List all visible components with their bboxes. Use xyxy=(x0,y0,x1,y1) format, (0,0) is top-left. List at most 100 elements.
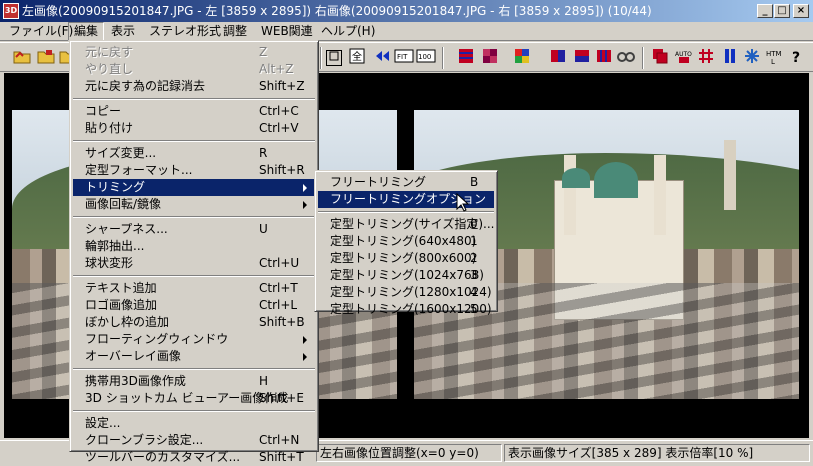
menu-separator xyxy=(73,368,315,370)
menu-item-label: フローティングウィンドウ xyxy=(85,332,229,346)
settings-star-icon[interactable] xyxy=(742,48,762,68)
menu-item-label: フリートリミング xyxy=(330,175,427,189)
app-icon: 3D xyxy=(3,3,19,19)
menu-item-label: 球状変形 xyxy=(85,256,134,270)
menu-item-label: クローンブラシ設定... xyxy=(85,433,204,447)
menu-item-shortcut: 1 xyxy=(470,234,478,248)
menu-item-label: コピー xyxy=(85,104,122,118)
menu-item-shortcut: Shift+Z xyxy=(259,79,305,93)
edit-menu-item-4[interactable]: コピー Ctrl+C xyxy=(73,103,315,120)
svg-text:FIT: FIT xyxy=(397,53,408,61)
edit-menu-item-27[interactable]: ツールバーのカスタマイズ... Shift+T xyxy=(73,449,315,466)
menu-separator xyxy=(73,275,315,277)
submenu-arrow-icon xyxy=(303,184,307,192)
edit-menu-item-17[interactable]: ロゴ画像追加 Ctrl+L xyxy=(73,297,315,314)
menu-item-shortcut: Ctrl+T xyxy=(259,281,298,295)
trim-menu-item-8[interactable]: 定型トリミング(1600x1200) 5 xyxy=(318,301,494,318)
over-under-icon[interactable] xyxy=(572,48,592,68)
status-size: 表示画像サイズ[385 x 289] 表示倍率[10 %] xyxy=(504,444,810,462)
trim-menu-item-7[interactable]: 定型トリミング(1280x1024) 4 xyxy=(318,284,494,301)
full-view-icon[interactable]: 全 xyxy=(347,48,367,68)
auto-adjust-icon[interactable]: AUTO xyxy=(674,48,694,68)
interlace-icon[interactable] xyxy=(594,48,614,68)
menu-item-label: 定型トリミング(800x600) xyxy=(330,251,477,265)
menu-item-label: ぼかし枠の追加 xyxy=(85,315,170,329)
edit-menu-item-13[interactable]: 輪郭抽出... xyxy=(73,238,315,255)
edit-menu-item-1[interactable]: やり直し Alt+Z xyxy=(73,61,315,78)
trim-menu-item-4[interactable]: 定型トリミング(640x480) 1 xyxy=(318,233,494,250)
menu-item-shortcut: H xyxy=(259,374,269,388)
edit-menu-item-10[interactable]: 画像回転/鏡像 xyxy=(73,196,315,213)
menu-item-shortcut: 3 xyxy=(470,268,478,282)
menu-adjust[interactable]: 調整 xyxy=(218,22,252,41)
edit-menu-item-22[interactable]: 携帯用3D画像作成 H xyxy=(73,373,315,390)
open-pair-icon[interactable] xyxy=(36,48,56,68)
menu-item-label: ツールバーのカスタマイズ... xyxy=(85,450,241,464)
columns-icon[interactable] xyxy=(720,48,740,68)
menu-item-label: 画像回転/鏡像 xyxy=(85,197,162,211)
edit-menu-item-19[interactable]: フローティングウィンドウ xyxy=(73,331,315,348)
menu-item-shortcut: 2 xyxy=(470,251,478,265)
help-icon[interactable]: ? xyxy=(786,48,806,68)
glasses-icon[interactable] xyxy=(616,48,636,68)
menu-separator xyxy=(73,410,315,412)
edit-menu-item-16[interactable]: テキスト追加 Ctrl+T xyxy=(73,280,315,297)
menu-item-shortcut: Shift+E xyxy=(259,391,304,405)
menu-item-shortcut: Ctrl+V xyxy=(259,121,299,135)
trim-menu-item-5[interactable]: 定型トリミング(800x600) 2 xyxy=(318,250,494,267)
edit-menu-item-23[interactable]: 3D ショットカム ビューアー画像作成 Shift+E xyxy=(73,390,315,407)
menu-item-label: 元に戻す為の記録消去 xyxy=(85,79,206,93)
menu-item-shortcut: Shift+T xyxy=(259,450,304,464)
menu-item-label: テキスト追加 xyxy=(85,281,157,295)
side-by-side-icon[interactable] xyxy=(548,48,568,68)
menu-item-shortcut: U xyxy=(259,222,268,236)
anaglyph-icon[interactable] xyxy=(456,48,476,68)
checker-icon[interactable] xyxy=(480,48,500,68)
menu-item-label: 設定... xyxy=(85,416,121,430)
menu-item-shortcut: Shift+R xyxy=(259,163,305,177)
edit-menu-item-18[interactable]: ぼかし枠の追加 Shift+B xyxy=(73,314,315,331)
open-folder-icon[interactable] xyxy=(12,48,32,68)
trim-menu-item-6[interactable]: 定型トリミング(1024x768) 3 xyxy=(318,267,494,284)
edit-menu-item-26[interactable]: クローンブラシ設定... Ctrl+N xyxy=(73,432,315,449)
menu-bar: ファイル(F) 編集 表示 ステレオ形式 調整 WEB関連 ヘルプ(H) xyxy=(0,22,813,41)
menu-item-label: 定型トリミング(640x480) xyxy=(330,234,477,248)
menu-item-label: 携帯用3D画像作成 xyxy=(85,374,186,388)
menu-help[interactable]: ヘルプ(H) xyxy=(316,22,380,41)
edit-menu-item-7[interactable]: サイズ変更... R xyxy=(73,145,315,162)
edit-menu-item-20[interactable]: オーバーレイ画像 xyxy=(73,348,315,365)
menu-item-label: ロゴ画像追加 xyxy=(85,298,158,312)
menu-item-label: 輪郭抽出... xyxy=(85,239,145,253)
edit-menu-item-5[interactable]: 貼り付け Ctrl+V xyxy=(73,120,315,137)
menu-view[interactable]: 表示 xyxy=(106,22,140,41)
edit-menu-item-2[interactable]: 元に戻す為の記録消去 Shift+Z xyxy=(73,78,315,95)
menu-item-shortcut: Shift+B xyxy=(259,315,305,329)
edit-menu-item-9[interactable]: トリミング xyxy=(73,179,315,196)
minimize-button[interactable]: _ xyxy=(757,4,773,18)
menu-item-label: やり直し xyxy=(85,62,134,76)
frame-icon[interactable] xyxy=(326,50,342,66)
html-export-icon[interactable]: HTM L xyxy=(764,48,784,68)
close-button[interactable]: × xyxy=(793,4,809,18)
grid-icon[interactable] xyxy=(696,48,716,68)
fit-icon[interactable]: FIT xyxy=(394,48,414,68)
menu-edit[interactable]: 編集 xyxy=(68,22,105,41)
swap-icon[interactable] xyxy=(372,48,392,68)
svg-text:HTM: HTM xyxy=(766,50,782,58)
edit-menu-item-12[interactable]: シャープネス... U xyxy=(73,221,315,238)
edit-menu: 元に戻す Z やり直し Alt+Z 元に戻す為の記録消去 Shift+Z コピー Ctrl+C… xyxy=(69,40,319,464)
menu-stereo-format[interactable]: ステレオ形式 xyxy=(144,22,226,41)
maximize-button[interactable]: □ xyxy=(774,4,790,18)
window-layer-icon[interactable] xyxy=(650,48,670,68)
trim-menu-item-3[interactable]: 定型トリミング(サイズ指定)... 0 xyxy=(318,216,494,233)
edit-menu-item-0[interactable]: 元に戻す Z xyxy=(73,44,315,61)
edit-menu-item-8[interactable]: 定型フォーマット... Shift+R xyxy=(73,162,315,179)
menu-item-shortcut: Ctrl+U xyxy=(259,256,300,270)
menu-item-shortcut: Ctrl+C xyxy=(259,104,299,118)
edit-menu-item-25[interactable]: 設定... xyxy=(73,415,315,432)
zoom-100-icon[interactable]: 100 xyxy=(416,48,436,68)
menu-web[interactable]: WEB関連 xyxy=(256,22,318,41)
edit-menu-item-14[interactable]: 球状変形 Ctrl+U xyxy=(73,255,315,272)
trim-menu-item-0[interactable]: フリートリミング B xyxy=(318,174,494,191)
mosaic-icon[interactable] xyxy=(512,48,532,68)
